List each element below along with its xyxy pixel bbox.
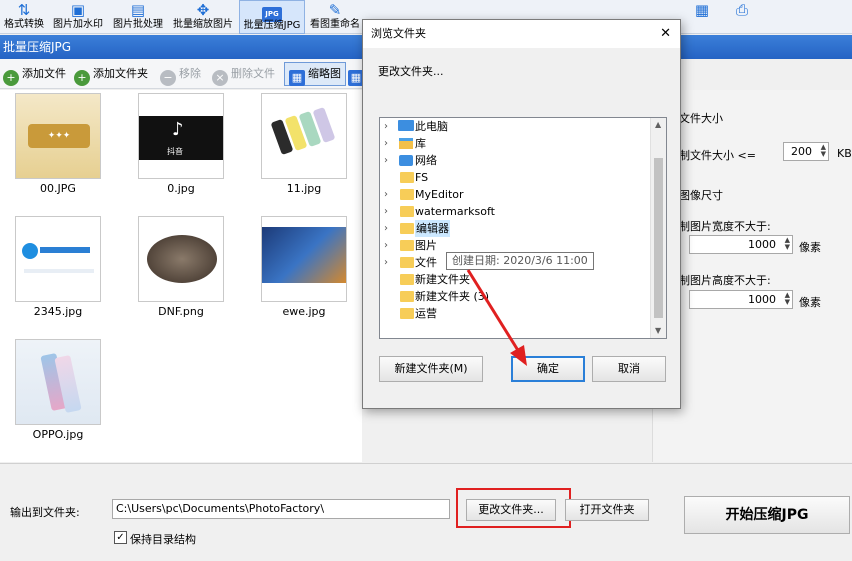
arrow-head-icon [510, 345, 527, 366]
arrow-shaft [466, 269, 521, 353]
annotation-arrow [466, 269, 527, 366]
